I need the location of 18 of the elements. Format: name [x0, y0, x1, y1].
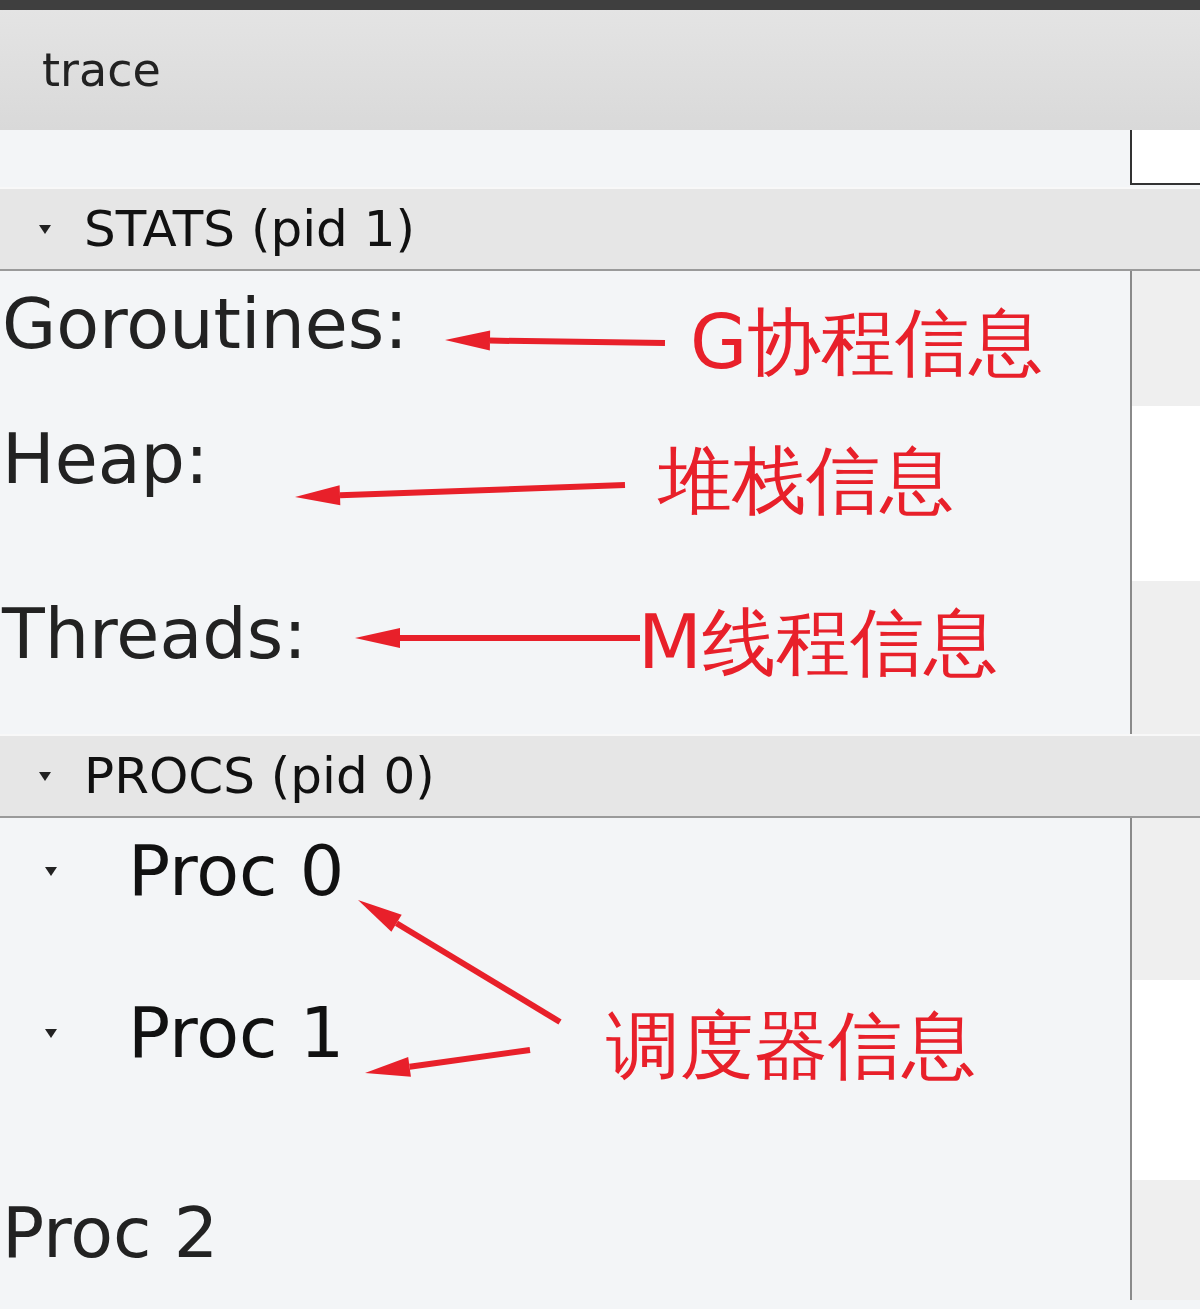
expanded-triangle-icon[interactable] — [38, 222, 52, 236]
expanded-triangle-icon[interactable] — [38, 769, 52, 783]
window-title: trace — [42, 41, 161, 99]
expanded-triangle-icon[interactable] — [44, 1026, 58, 1040]
annotation-label: 调度器信息 — [606, 1008, 976, 1082]
track-label: Proc 0 — [128, 836, 345, 906]
track-label: Proc 2 — [1, 1198, 219, 1268]
section-header[interactable]: STATS (pid 1) — [0, 187, 1200, 271]
section-title: STATS (pid 1) — [84, 198, 415, 260]
section-header[interactable]: PROCS (pid 0) — [0, 734, 1200, 818]
annotation-label: G协程信息 — [690, 305, 1044, 379]
annotation-label: M线程信息 — [638, 605, 998, 679]
track-label: Goroutines: — [1, 289, 408, 359]
track-label: Threads: — [0, 599, 307, 669]
section-title: PROCS (pid 0) — [84, 745, 435, 807]
expanded-triangle-icon[interactable] — [44, 864, 58, 878]
annotation-label: 堆栈信息 — [658, 443, 954, 517]
track-label: Proc 1 — [128, 998, 345, 1068]
